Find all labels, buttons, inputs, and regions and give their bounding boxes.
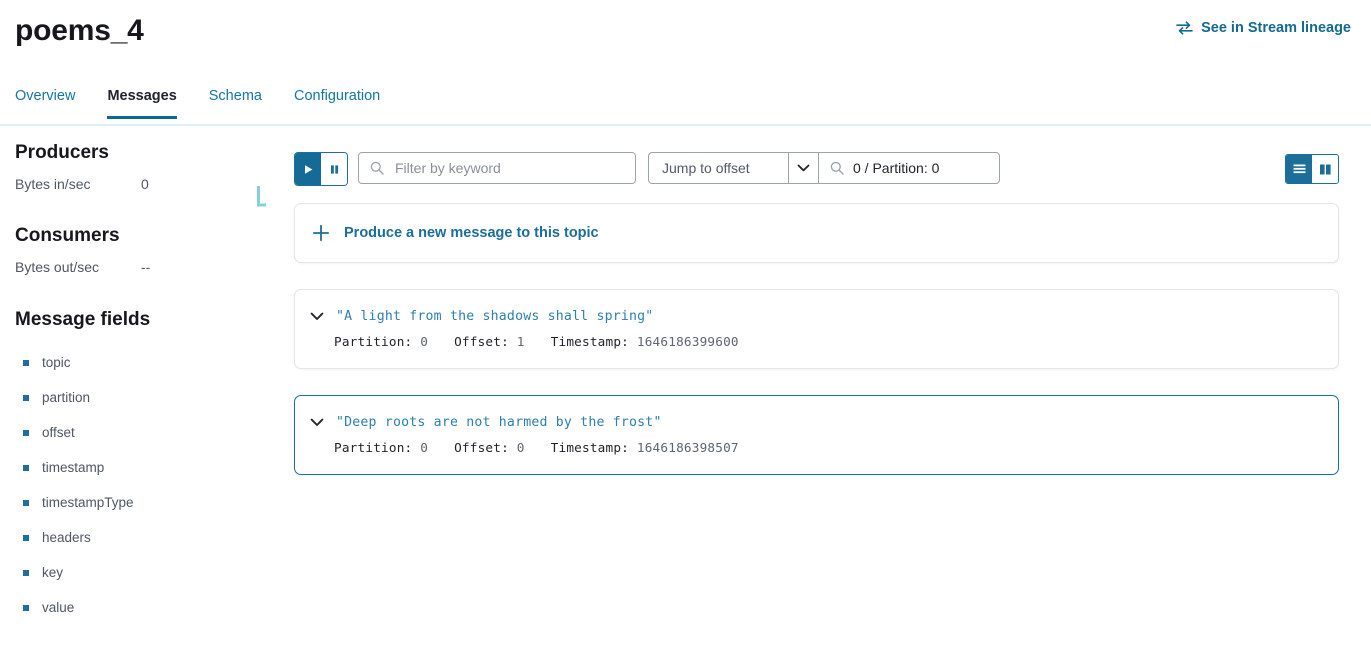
bullet-icon — [23, 534, 29, 541]
tab-schema[interactable]: Schema — [193, 88, 278, 117]
tab-schema-label: Schema — [208, 88, 262, 104]
produce-new-message-card[interactable]: Produce a new message to this topic — [294, 203, 1339, 263]
bytes-in-sec-label: Bytes in/sec — [15, 176, 91, 192]
consumers-metric-row: Bytes out/sec -- — [15, 259, 280, 275]
pause-button[interactable] — [321, 153, 347, 185]
produce-new-message-label: Produce a new message to this topic — [344, 225, 599, 241]
timestamp-value: 1646186398507 — [636, 440, 739, 455]
list-item[interactable]: timestamp — [23, 450, 280, 485]
timestamp-label: Timestamp: — [550, 334, 630, 349]
producers-metric-row: Bytes in/sec 0 — [15, 176, 280, 192]
bullet-icon — [23, 359, 29, 366]
bytes-out-sec-label: Bytes out/sec — [15, 259, 100, 275]
message-metadata: Partition: 0 Offset: 1 Timestamp: 16461863… — [334, 334, 1338, 349]
offset-search-field[interactable]: 0 / Partition: 0 — [818, 152, 1000, 184]
messages-toolbar: Jump to offset 0 / Partition: 0 — [294, 152, 1339, 186]
tab-overview[interactable]: Overview — [15, 88, 91, 117]
jump-to-offset-select[interactable]: Jump to offset — [648, 152, 788, 184]
list-item[interactable]: offset — [23, 415, 280, 450]
message-metadata: Partition: 0 Offset: 0 Timestamp: 16461863… — [334, 440, 1338, 455]
chevron-down-icon — [797, 164, 810, 172]
offset-label: Offset: — [454, 440, 509, 455]
timestamp-value: 1646186399600 — [636, 334, 739, 349]
partition-label: Partition: — [334, 440, 413, 455]
field-label: topic — [42, 354, 71, 370]
tab-messages-label: Messages — [107, 88, 177, 104]
bullet-icon — [23, 394, 29, 401]
offset-search-value: 0 / Partition: 0 — [853, 160, 940, 176]
offset-value: 1 — [516, 334, 525, 349]
offset-control-group: Jump to offset 0 / Partition: 0 — [648, 152, 1000, 184]
field-label: key — [42, 564, 64, 580]
list-view-icon — [1293, 164, 1305, 173]
bytes-in-sec-value: 0 — [141, 176, 149, 192]
lineage-link-label: See in Stream lineage — [1201, 20, 1351, 36]
field-label: timestampType — [42, 494, 134, 510]
play-pause-group — [294, 152, 348, 186]
list-view-button[interactable] — [1286, 155, 1312, 183]
bullet-icon — [23, 499, 29, 506]
filter-input[interactable] — [393, 159, 617, 177]
producers-sparkline-fragment — [257, 186, 266, 207]
plus-icon — [312, 224, 330, 242]
pause-icon — [330, 164, 338, 174]
search-icon — [370, 161, 384, 175]
see-in-stream-lineage-link[interactable]: See in Stream lineage — [1176, 20, 1351, 36]
partition-value: 0 — [420, 334, 429, 349]
view-toggle-group — [1285, 154, 1339, 184]
list-item[interactable]: topic — [23, 345, 280, 380]
tab-messages[interactable]: Messages — [91, 88, 192, 119]
offset-label: Offset: — [454, 334, 509, 349]
partition-value: 0 — [420, 440, 429, 455]
field-label: value — [42, 599, 75, 615]
field-label: headers — [42, 529, 91, 545]
card-view-icon — [1319, 164, 1331, 174]
list-item[interactable]: value — [23, 590, 280, 625]
field-label: offset — [42, 424, 75, 440]
page-title: poems_4 — [15, 14, 144, 47]
message-card[interactable]: "A light from the shadows shall spring" … — [294, 289, 1339, 369]
play-button[interactable] — [295, 153, 321, 185]
sidebar: Producers Bytes in/sec 0 Consumers Bytes… — [0, 140, 280, 625]
filter-by-keyword-field[interactable] — [358, 152, 636, 184]
producers-heading: Producers — [15, 142, 109, 163]
jump-to-offset-label: Jump to offset — [662, 160, 750, 176]
tab-bar: Overview Messages Schema Configuration — [0, 88, 1371, 126]
chevron-down-icon[interactable] — [308, 307, 326, 325]
message-card-header: "Deep roots are not harmed by the frost" — [308, 413, 1338, 431]
play-icon — [304, 164, 312, 174]
partition-label: Partition: — [334, 334, 413, 349]
tab-overview-label: Overview — [15, 88, 76, 104]
list-item[interactable]: headers — [23, 520, 280, 555]
message-card-header: "A light from the shadows shall spring" — [308, 307, 1338, 325]
list-item[interactable]: key — [23, 555, 280, 590]
messages-list: Produce a new message to this topic "A l… — [294, 203, 1339, 501]
chevron-down-icon[interactable] — [308, 413, 326, 431]
compare-arrows-icon — [1176, 21, 1193, 35]
bullet-icon — [23, 569, 29, 576]
message-fields-list: topic partition offset timestamp timesta… — [0, 345, 280, 625]
search-icon — [830, 161, 844, 175]
message-value-text: "A light from the shadows shall spring" — [336, 308, 654, 324]
card-view-button[interactable] — [1312, 155, 1338, 183]
offset-value: 0 — [516, 440, 525, 455]
timestamp-label: Timestamp: — [550, 440, 630, 455]
consumers-heading: Consumers — [15, 225, 120, 246]
tab-configuration-label: Configuration — [293, 88, 381, 104]
message-value-text: "Deep roots are not harmed by the frost" — [336, 414, 662, 430]
bytes-out-sec-value: -- — [141, 259, 151, 275]
tab-configuration[interactable]: Configuration — [278, 88, 396, 117]
list-item[interactable]: timestampType — [23, 485, 280, 520]
message-card[interactable]: "Deep roots are not harmed by the frost"… — [294, 395, 1339, 475]
field-label: timestamp — [42, 459, 105, 475]
bullet-icon — [23, 604, 29, 611]
offset-select-caret-button[interactable] — [788, 152, 818, 184]
field-label: partition — [42, 389, 91, 405]
bullet-icon — [23, 464, 29, 471]
page-header: poems_4 See in Stream lineage — [0, 0, 1371, 74]
bullet-icon — [23, 429, 29, 436]
message-fields-heading: Message fields — [15, 309, 151, 330]
list-item[interactable]: partition — [23, 380, 280, 415]
